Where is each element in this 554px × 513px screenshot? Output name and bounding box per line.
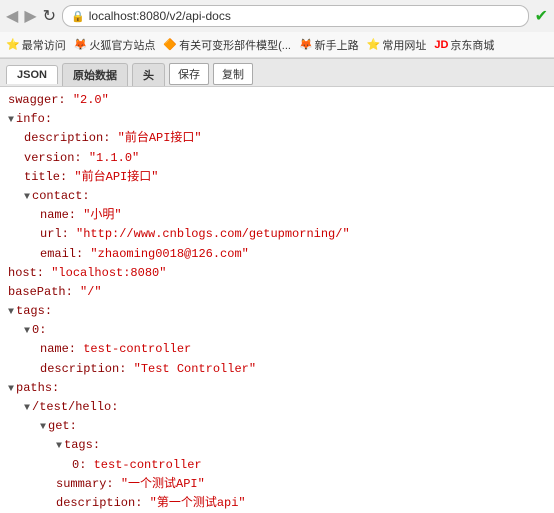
contact-email-val: "zhaoming0018@126.com" (90, 245, 248, 264)
tags-key: tags: (16, 302, 52, 321)
address-bar[interactable]: 🔒 localhost:8080/v2/api-docs (62, 5, 529, 27)
json-content: swagger: "2.0" ▼ info: description: "前台A… (0, 87, 554, 513)
bookmark-label: 新手上路 (315, 37, 359, 53)
bookmark-label: 京东商城 (450, 37, 494, 53)
version-line: version: "1.1.0" (8, 149, 546, 168)
paths-toggle[interactable]: ▼ (8, 382, 14, 398)
tags-toggle[interactable]: ▼ (8, 305, 14, 321)
paths-line: ▼ paths: (8, 379, 546, 398)
paths-hello-get-summary-key: summary: (56, 475, 114, 494)
tags-0-toggle[interactable]: ▼ (24, 324, 30, 340)
tab-header[interactable]: 头 (132, 63, 165, 86)
paths-hello-get-line: ▼ get: (8, 417, 546, 436)
copy-button[interactable]: 复制 (213, 63, 253, 85)
bookmark-label: 火狐官方站点 (89, 37, 155, 53)
bookmark-zuichang[interactable]: ⭐ 最常访问 (6, 37, 66, 53)
paths-hello-line: ▼ /test/hello: (8, 398, 546, 417)
title-val: "前台API接口" (74, 168, 158, 187)
contact-email-line: email: "zhaoming0018@126.com" (8, 245, 546, 264)
host-line: host: "localhost:8080" (8, 264, 546, 283)
swagger-key: swagger: (8, 91, 66, 110)
contact-url-key: url: (40, 225, 69, 244)
basepath-key: basePath: (8, 283, 73, 302)
basepath-line: basePath: "/" (8, 283, 546, 302)
contact-line: ▼ contact: (8, 187, 546, 206)
forward-button[interactable]: ▶ (24, 6, 36, 26)
nav-bar: ◀ ▶ ↻ 🔒 localhost:8080/v2/api-docs ✔ (0, 0, 554, 32)
paths-hello-get-desc-line: description: "第一个测试api" (8, 494, 546, 513)
swagger-line: swagger: "2.0" (8, 91, 546, 110)
bookmark-label: 有关可变形部件模型(... (179, 37, 291, 53)
contact-email-key: email: (40, 245, 83, 264)
basepath-val: "/" (80, 283, 102, 302)
browser-chrome: ◀ ▶ ↻ 🔒 localhost:8080/v2/api-docs ✔ ⭐ 最… (0, 0, 554, 59)
contact-key: contact: (32, 187, 90, 206)
tags-0-desc-key: description: (40, 360, 126, 379)
tags-0-name-val: test-controller (83, 340, 191, 359)
back-button[interactable]: ◀ (6, 6, 18, 26)
host-key: host: (8, 264, 44, 283)
contact-toggle[interactable]: ▼ (24, 190, 30, 206)
security-icon: 🔒 (71, 10, 85, 23)
title-key: title: (24, 168, 67, 187)
description-line: description: "前台API接口" (8, 129, 546, 148)
tab-json[interactable]: JSON (6, 65, 58, 84)
version-key: version: (24, 149, 82, 168)
tags-0-name-line: name: test-controller (8, 340, 546, 359)
paths-hello-get-summary-val: "一个测试API" (121, 475, 205, 494)
shield-icon: ✔ (535, 6, 548, 26)
tags-0-desc-val: "Test Controller" (134, 360, 256, 379)
tags-line: ▼ tags: (8, 302, 546, 321)
tags-0-key: 0: (32, 321, 46, 340)
description-key: description: (24, 129, 110, 148)
info-toggle[interactable]: ▼ (8, 113, 14, 129)
refresh-button[interactable]: ↻ (43, 6, 56, 26)
paths-hello-get-desc-key: description: (56, 494, 142, 513)
paths-hello-get-tags-0-key: 0: (72, 456, 86, 475)
bookmark-common[interactable]: ⭐ 常用网址 (367, 37, 427, 53)
contact-url-val: "http://www.cnblogs.com/getupmorning/" (76, 225, 350, 244)
paths-hello-key: /test/hello: (32, 398, 118, 417)
swagger-val: "2.0" (73, 91, 109, 110)
paths-hello-get-tags-line: ▼ tags: (8, 436, 546, 455)
paths-hello-get-tags-0-val: test-controller (94, 456, 202, 475)
bookmark-newuser[interactable]: 🦊 新手上路 (299, 37, 359, 53)
info-line: ▼ info: (8, 110, 546, 129)
bookmark-label: 最常访问 (22, 37, 66, 53)
version-val: "1.1.0" (89, 149, 139, 168)
tab-raw[interactable]: 原始数据 (62, 63, 128, 86)
bookmark-firefox[interactable]: 🦊 火狐官方站点 (74, 37, 156, 53)
bookmark-label: 常用网址 (382, 37, 426, 53)
bookmark-model[interactable]: 🔶 有关可变形部件模型(... (163, 37, 291, 53)
contact-name-line: name: "小明" (8, 206, 546, 225)
paths-hello-toggle[interactable]: ▼ (24, 401, 30, 417)
tags-0-desc-line: description: "Test Controller" (8, 360, 546, 379)
save-button[interactable]: 保存 (169, 63, 209, 85)
title-line: title: "前台API接口" (8, 168, 546, 187)
paths-hello-get-desc-val: "第一个测试api" (150, 494, 246, 513)
bookmarks-bar: ⭐ 最常访问 🦊 火狐官方站点 🔶 有关可变形部件模型(... 🦊 新手上路 ⭐… (0, 32, 554, 58)
contact-name-val: "小明" (83, 206, 121, 225)
paths-key: paths: (16, 379, 59, 398)
host-val: "localhost:8080" (51, 264, 166, 283)
contact-name-key: name: (40, 206, 76, 225)
paths-hello-get-toggle[interactable]: ▼ (40, 420, 46, 436)
paths-hello-get-summary-line: summary: "一个测试API" (8, 475, 546, 494)
bookmark-jd[interactable]: JD 京东商城 (434, 37, 494, 53)
description-val: "前台API接口" (118, 129, 202, 148)
paths-hello-get-tags-toggle[interactable]: ▼ (56, 439, 62, 455)
contact-url-line: url: "http://www.cnblogs.com/getupmornin… (8, 225, 546, 244)
paths-hello-get-tags-key: tags: (64, 436, 100, 455)
tags-0-name-key: name: (40, 340, 76, 359)
address-text: localhost:8080/v2/api-docs (89, 9, 231, 23)
tags-0-line: ▼ 0: (8, 321, 546, 340)
paths-hello-get-key: get: (48, 417, 77, 436)
paths-hello-get-tags-0-line: 0: test-controller (8, 456, 546, 475)
info-key: info: (16, 110, 52, 129)
tab-area: JSON 原始数据 头 保存 复制 (0, 59, 554, 87)
